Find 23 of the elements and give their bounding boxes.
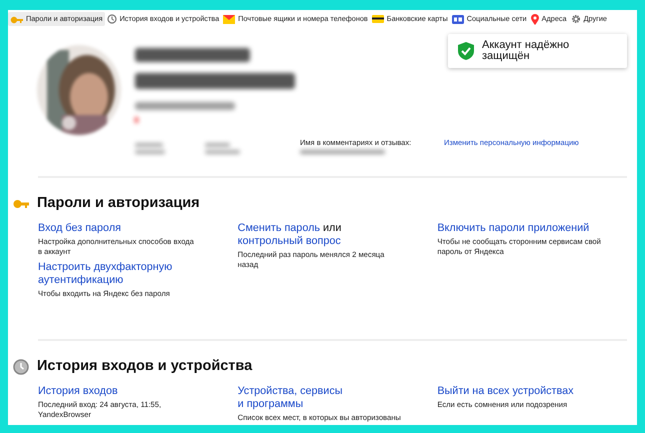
link[interactable]: Вход без пароля — [38, 222, 121, 235]
clock-icon — [13, 359, 29, 375]
card-icon — [372, 15, 384, 23]
link[interactable]: Сменить пароль — [238, 222, 320, 234]
link[interactable]: История входов — [38, 385, 118, 398]
blurred-text — [135, 117, 138, 123]
title-text: или — [323, 222, 342, 234]
link[interactable]: Настроить двухфакторную аутентификацию — [38, 261, 172, 287]
envelope-icon — [223, 14, 236, 24]
link[interactable]: Выйти на всех устройствах — [437, 385, 574, 398]
shield-check-icon — [458, 42, 474, 60]
security-status-text: Аккаунт надёжно защищён — [482, 40, 570, 62]
social-icon — [452, 14, 464, 24]
clock-icon — [106, 14, 117, 24]
section-heading: Пароли и авторизация — [37, 195, 200, 213]
section-heading: История входов и устройства — [37, 358, 252, 376]
link[interactable]: Включить пароли приложений — [437, 222, 590, 235]
settings-icon — [570, 14, 581, 24]
key-icon — [10, 14, 23, 24]
key-icon — [13, 199, 29, 209]
link[interactable]: Устройства, сервисы и программы — [238, 385, 342, 411]
location-pin-icon — [530, 14, 539, 24]
link[interactable]: контрольный вопрос — [238, 235, 341, 247]
